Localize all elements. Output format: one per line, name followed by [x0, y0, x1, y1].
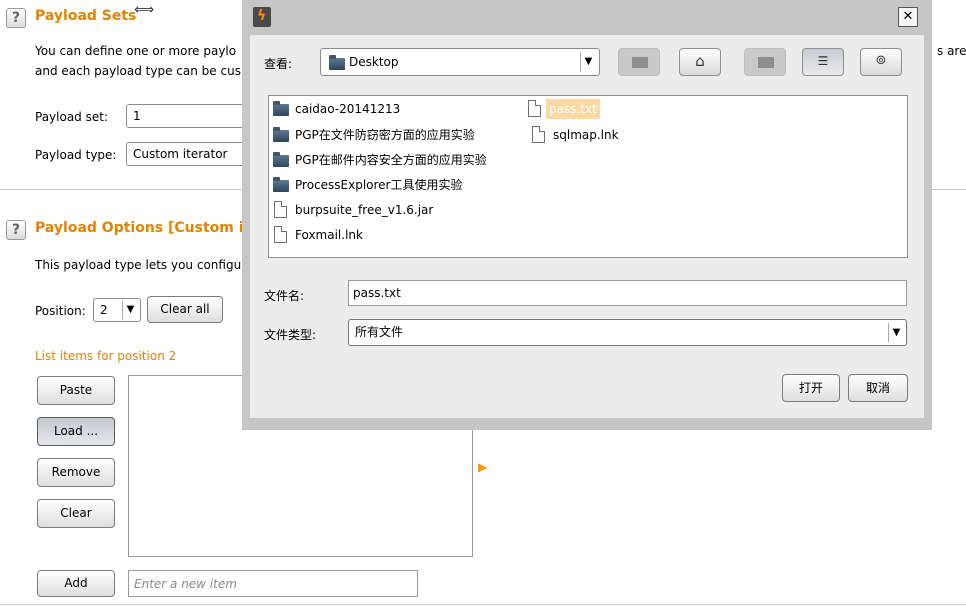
list-view-icon[interactable]: ☰ [802, 48, 844, 76]
position-select[interactable]: 2 ▼ [93, 298, 141, 322]
look-in-value: Desktop [349, 55, 399, 69]
close-icon[interactable]: ✕ [898, 7, 918, 27]
new-item-input[interactable] [128, 570, 418, 597]
filename-label: 文件名: [264, 289, 305, 303]
payload-options-title: Payload Options [Custom i [35, 220, 244, 236]
folder-icon [329, 55, 345, 70]
clear-button[interactable]: Clear [37, 499, 115, 528]
add-button[interactable]: Add [37, 570, 115, 597]
payload-set-select[interactable]: 1 [126, 104, 256, 128]
file-icon [274, 226, 287, 243]
chevron-down-icon: ▼ [122, 301, 138, 319]
filetype-value: 所有文件 [355, 325, 404, 339]
help-icon[interactable]: ? [6, 220, 26, 240]
payload-set-label: Payload set: [35, 110, 108, 124]
payload-sets-description-line2: and each payload type can be cus [35, 64, 241, 78]
position-label: Position: [35, 304, 86, 318]
payload-sets-description-line1: You can define one or more paylo [35, 44, 237, 58]
open-button[interactable]: 打开 [782, 374, 840, 402]
file-open-dialog: ϟ ✕ 查看: Desktop ▼ ⌂ ☰ ⊚ caidao-20141213 … [242, 0, 932, 430]
payload-sets-description-right: s are a [937, 44, 966, 58]
list-items-label: List items for position 2 [35, 349, 177, 363]
folder-icon [273, 101, 289, 116]
folder-icon [273, 152, 289, 167]
load-button[interactable]: Load ... [37, 417, 115, 446]
payload-type-label: Payload type: [35, 148, 117, 162]
burp-app-icon: ϟ [253, 7, 271, 27]
payload-type-select[interactable]: Custom iterator [126, 142, 256, 166]
paste-button[interactable]: Paste [37, 376, 115, 405]
file-icon [532, 126, 545, 143]
filetype-select[interactable]: 所有文件 ▼ [348, 319, 907, 346]
new-folder-icon[interactable] [744, 48, 786, 76]
expand-arrow-icon[interactable]: ▶ [478, 460, 487, 474]
payload-options-description: This payload type lets you configu [35, 258, 242, 272]
bottom-divider [0, 604, 966, 605]
position-value: 2 [100, 303, 108, 317]
resize-cursor-icon: ⟺ [134, 2, 155, 18]
file-icon [528, 100, 541, 117]
clear-all-button[interactable]: Clear all [147, 296, 223, 323]
look-in-label: 查看: [264, 57, 293, 71]
cancel-button[interactable]: 取消 [848, 374, 908, 402]
chevron-down-icon: ▼ [580, 52, 596, 72]
look-in-select[interactable]: Desktop ▼ [320, 48, 600, 76]
chevron-down-icon: ▼ [888, 323, 904, 342]
file-list[interactable]: caidao-20141213 PGP在文件防窃密方面的应用实验 PGP在邮件内… [268, 95, 908, 258]
filename-input[interactable]: pass.txt [348, 280, 907, 306]
folder-icon [273, 177, 289, 192]
file-icon [274, 201, 287, 218]
up-folder-icon[interactable] [618, 48, 660, 76]
folder-icon [273, 127, 289, 142]
home-icon[interactable]: ⌂ [679, 48, 721, 76]
details-view-icon[interactable]: ⊚ [860, 48, 902, 76]
remove-button[interactable]: Remove [37, 458, 115, 487]
help-icon[interactable]: ? [6, 8, 26, 28]
filetype-label: 文件类型: [264, 328, 317, 342]
payload-sets-title: Payload Sets [35, 8, 137, 24]
